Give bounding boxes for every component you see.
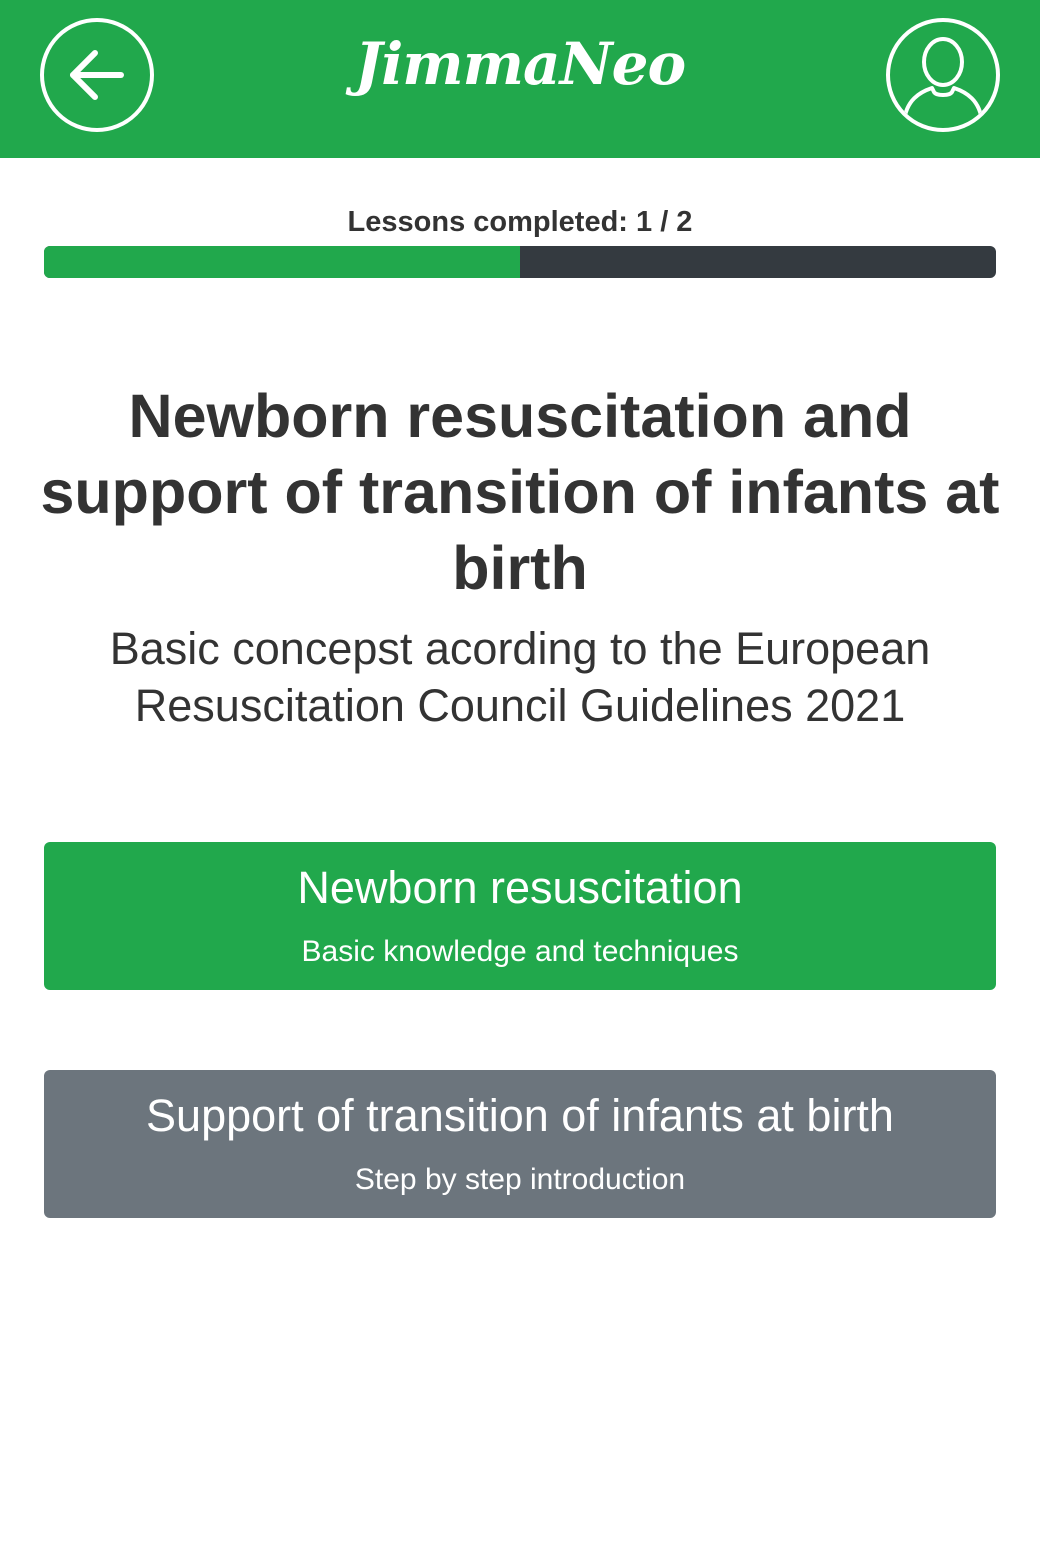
app-logo: JimmaNeo bbox=[354, 30, 686, 98]
app-header: JimmaNeo bbox=[0, 0, 1040, 158]
lesson-subtitle: Basic knowledge and techniques bbox=[301, 935, 739, 968]
lesson-title: Support of transition of infants at birt… bbox=[146, 1090, 894, 1141]
lesson-button-support-of-transition[interactable]: Support of transition of infants at birt… bbox=[44, 1070, 996, 1218]
lesson-button-newborn-resuscitation[interactable]: Newborn resuscitation Basic knowledge an… bbox=[44, 842, 996, 990]
lesson-subtitle: Step by step introduction bbox=[354, 1163, 686, 1196]
progress-bar bbox=[44, 246, 996, 278]
progress-label: Lessons completed: 1 / 2 bbox=[347, 206, 693, 238]
lesson-title: Newborn resuscitation bbox=[297, 862, 743, 913]
page-title: Newborn resuscitation and support of tra… bbox=[40, 382, 1000, 602]
page-subtitle: Basic concepst acording to the European … bbox=[109, 623, 931, 731]
user-profile-icon bbox=[902, 37, 984, 123]
progress-bar-fill bbox=[44, 246, 520, 278]
profile-button[interactable] bbox=[886, 18, 1000, 132]
